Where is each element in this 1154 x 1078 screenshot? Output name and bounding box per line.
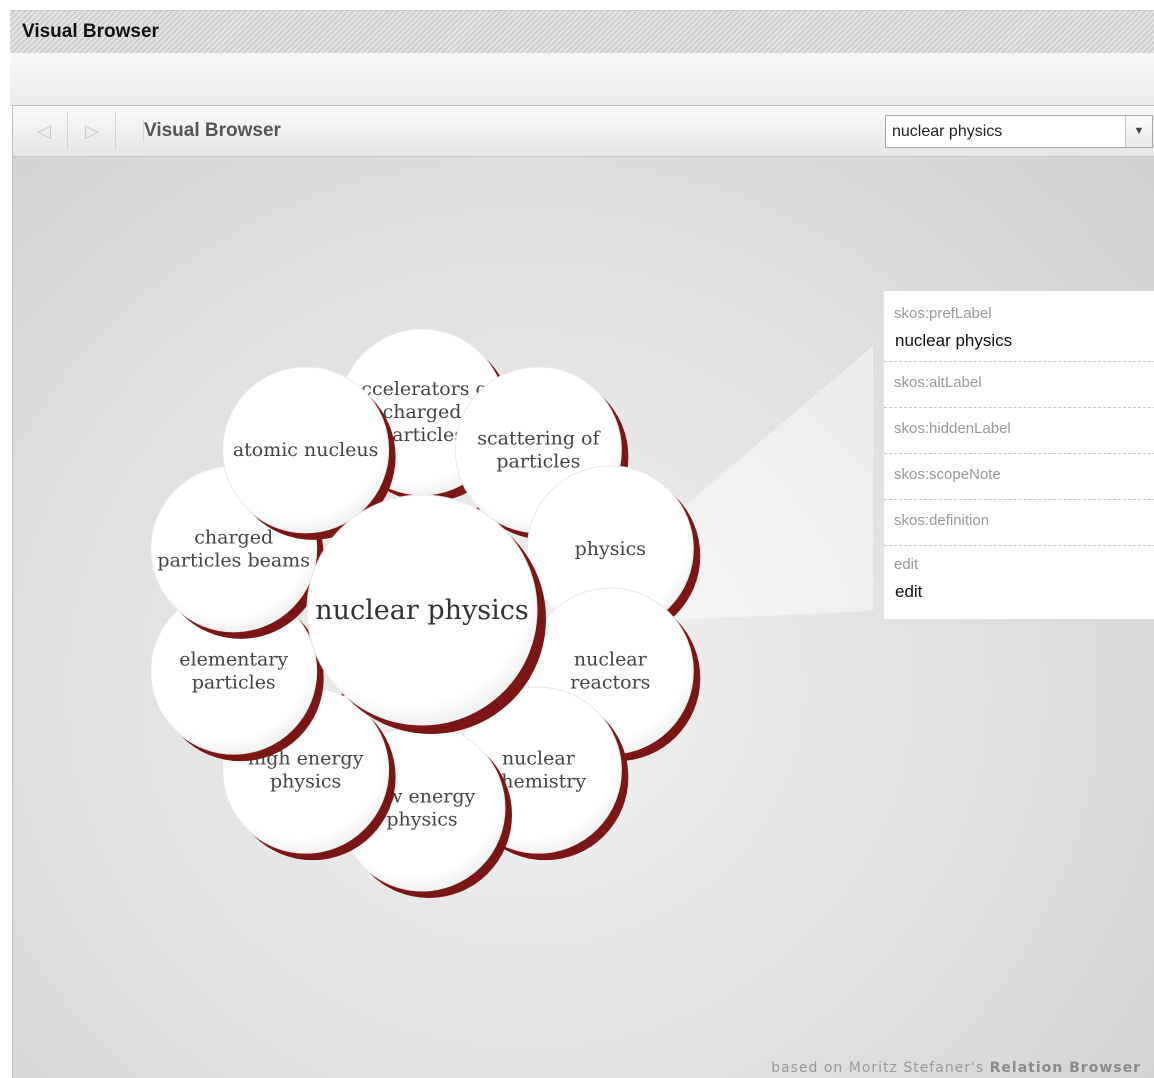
definition-key: skos:definition xyxy=(894,512,990,529)
credit-footer: based on Moritz Stefaner's Relation Brow… xyxy=(771,1060,1141,1076)
node-label: physics xyxy=(386,809,457,831)
node-label: charged xyxy=(194,526,273,548)
visual-browser-panel: ◁ ▷ Visual Browser ▼ BNBRRBBBBB accelera… xyxy=(12,105,1154,1078)
edit-row: edit edit xyxy=(884,546,1154,618)
scope-note-row: skos:scopeNote xyxy=(884,454,1154,500)
alt-label-row: skos:altLabel xyxy=(884,362,1154,408)
pref-label-key: skos:prefLabel xyxy=(894,305,992,322)
header-strip xyxy=(10,53,1154,106)
center-node-label: nuclear physics xyxy=(315,595,529,626)
node-label: particles beams xyxy=(157,549,310,571)
alt-label-key: skos:altLabel xyxy=(894,374,982,391)
window-title: Visual Browser xyxy=(22,21,159,42)
node-label: physics xyxy=(270,771,341,793)
pref-label-row: skos:prefLabel nuclear physics xyxy=(884,291,1154,362)
credit-brand[interactable]: Relation Browser xyxy=(990,1060,1141,1076)
node-label: charged xyxy=(383,401,462,423)
window-title-bar: Visual Browser xyxy=(10,10,1154,54)
edit-key: edit xyxy=(894,556,919,573)
node-label: particles xyxy=(496,450,580,472)
edit-link[interactable]: edit xyxy=(895,582,922,602)
scope-note-key: skos:scopeNote xyxy=(894,466,1001,483)
definition-row: skos:definition xyxy=(884,500,1154,546)
node-label: elementary xyxy=(179,649,288,671)
node-label: reactors xyxy=(570,672,650,694)
hidden-label-key: skos:hiddenLabel xyxy=(894,420,1011,437)
concept-details-panel: skos:prefLabel nuclear physics skos:altL… xyxy=(883,291,1154,619)
node-label: scattering of xyxy=(477,427,601,449)
pref-label-value: nuclear physics xyxy=(895,331,1013,350)
node-label: particles xyxy=(192,672,276,694)
node-label: nuclear xyxy=(574,649,648,671)
hidden-label-row: skos:hiddenLabel xyxy=(884,408,1154,454)
node-label: physics xyxy=(575,538,646,560)
node-label: nuclear xyxy=(502,748,576,770)
node-label: atomic nucleus xyxy=(233,439,379,461)
credit-prefix: based on Moritz Stefaner's xyxy=(771,1060,985,1076)
